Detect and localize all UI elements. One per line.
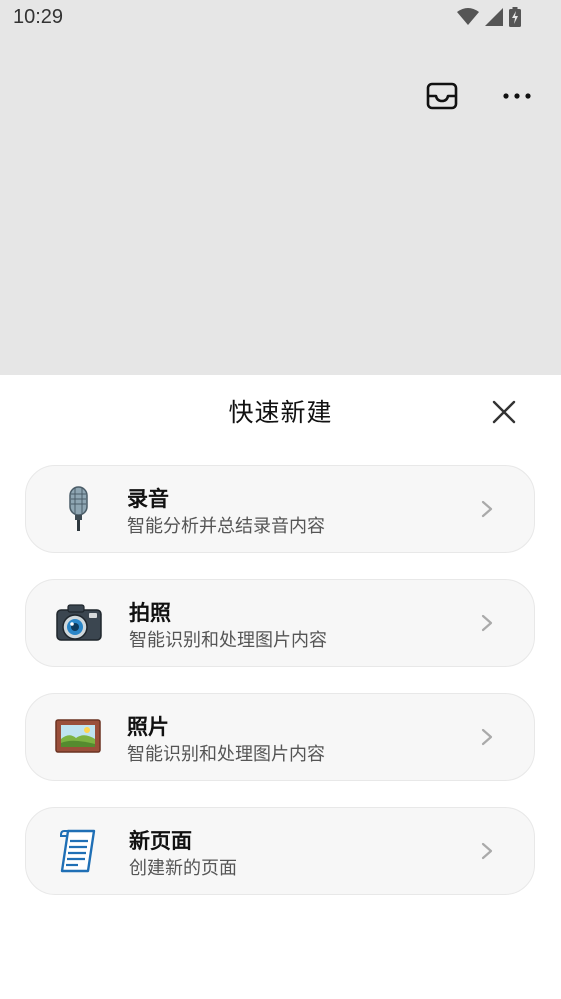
quick-item-title: 照片 bbox=[127, 715, 169, 739]
close-button[interactable] bbox=[489, 397, 519, 427]
quick-item-description: 智能分析并总结录音内容 bbox=[127, 516, 325, 537]
quick-item-record[interactable]: 录音 智能分析并总结录音内容 bbox=[25, 465, 535, 553]
quick-item-photo[interactable]: 照片 智能识别和处理图片内容 bbox=[25, 693, 535, 781]
status-time: 10:29 bbox=[13, 6, 64, 28]
quick-create-sheet: 快速新建 录音 智能分析并总结录音内容 拍照 智能识别和处理图片内容 照片 智能… bbox=[0, 375, 561, 999]
chevron-right-icon bbox=[481, 614, 493, 632]
sheet-title: 快速新建 bbox=[228, 398, 333, 427]
inbox-button[interactable] bbox=[424, 78, 460, 114]
wifi-icon bbox=[457, 8, 479, 25]
quick-item-title: 新页面 bbox=[129, 829, 192, 853]
quick-item-title: 拍照 bbox=[129, 601, 171, 625]
microphone-icon bbox=[54, 484, 104, 534]
quick-item-new-page[interactable]: 新页面 创建新的页面 bbox=[25, 807, 535, 895]
background-overlay[interactable]: 10:29 bbox=[0, 0, 561, 375]
quick-item-description: 智能识别和处理图片内容 bbox=[129, 630, 327, 651]
signal-icon bbox=[485, 8, 503, 26]
quick-item-camera[interactable]: 拍照 智能识别和处理图片内容 bbox=[25, 579, 535, 667]
quick-item-description: 智能识别和处理图片内容 bbox=[127, 744, 325, 765]
status-icons bbox=[457, 7, 521, 27]
close-icon bbox=[492, 400, 516, 424]
chevron-right-icon bbox=[481, 842, 493, 860]
quick-item-description: 创建新的页面 bbox=[129, 858, 237, 879]
battery-charging-icon bbox=[509, 7, 521, 27]
picture-frame-icon bbox=[54, 712, 104, 762]
quick-item-title: 录音 bbox=[127, 487, 169, 511]
chevron-right-icon bbox=[481, 728, 493, 746]
chevron-right-icon bbox=[481, 500, 493, 518]
inbox-icon bbox=[426, 82, 458, 110]
more-button[interactable] bbox=[499, 78, 535, 114]
more-horizontal-icon bbox=[503, 93, 531, 99]
camera-icon bbox=[54, 598, 104, 648]
document-icon bbox=[54, 826, 104, 876]
